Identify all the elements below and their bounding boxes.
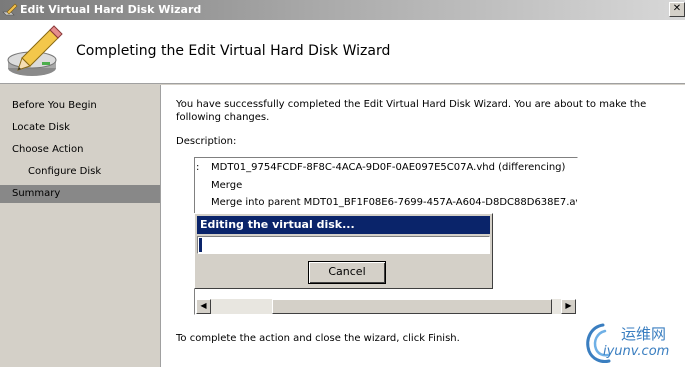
window-title: Edit Virtual Hard Disk Wizard [20, 3, 202, 16]
progress-bar-fill [199, 238, 202, 252]
scroll-right-button[interactable]: ▶ [561, 299, 576, 314]
wizard-header: Completing the Edit Virtual Hard Disk Wi… [0, 20, 685, 84]
list-item-merge-target: Merge into parent MDT01_BF1F08E6-7699-45… [211, 197, 577, 208]
watermark: 运维网 iyunv.com [583, 317, 683, 365]
close-icon: ✕ [672, 3, 682, 14]
list-item-colon: : [196, 162, 200, 173]
horizontal-scrollbar[interactable]: ◀ ▶ [196, 299, 576, 314]
title-bar: Edit Virtual Hard Disk Wizard ✕ [0, 0, 685, 20]
close-button[interactable]: ✕ [669, 2, 685, 17]
list-item-vhd: MDT01_9754FCDF-8F8C-4ACA-9D0F-0AE097E5C0… [211, 162, 566, 173]
wizard-steps-nav: Before You Begin Locate Disk Choose Acti… [0, 85, 160, 367]
watermark-cn-text: 运维网 [621, 325, 667, 343]
scroll-thumb[interactable] [272, 299, 552, 314]
intro-text: You have successfully completed the Edit… [176, 99, 647, 123]
cancel-button[interactable]: Cancel [308, 261, 386, 284]
nav-item-before-you-begin[interactable]: Before You Begin [0, 97, 160, 115]
progress-dialog-title: Editing the virtual disk... [197, 216, 490, 234]
pencil-disk-icon [7, 25, 63, 76]
scroll-left-button[interactable]: ◀ [196, 299, 211, 314]
progress-dialog: Editing the virtual disk... Cancel [194, 213, 493, 289]
nav-item-configure-disk[interactable]: Configure Disk [0, 163, 160, 181]
list-item-action: Merge [211, 180, 243, 191]
right-arrow-icon: ▶ [565, 301, 572, 310]
nav-item-summary[interactable]: Summary [0, 185, 160, 203]
nav-item-locate-disk[interactable]: Locate Disk [0, 119, 160, 137]
nav-item-choose-action[interactable]: Choose Action [0, 141, 160, 159]
finish-instruction: To complete the action and close the wiz… [176, 333, 460, 344]
page-title: Completing the Edit Virtual Hard Disk Wi… [76, 43, 391, 59]
left-arrow-icon: ◀ [200, 301, 207, 310]
progress-bar [197, 236, 490, 254]
watermark-site: iyunv.com [603, 344, 670, 359]
description-label: Description: [176, 136, 237, 147]
wizard-app-icon [2, 3, 18, 16]
